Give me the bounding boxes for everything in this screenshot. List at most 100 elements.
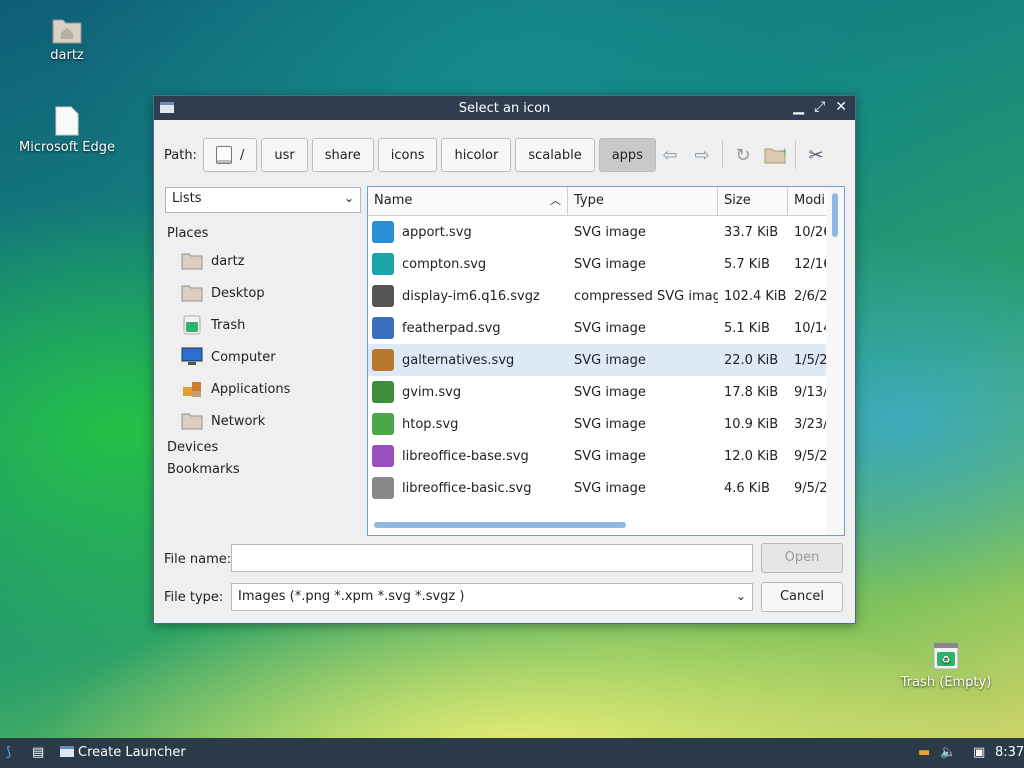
desktop-icon-trash[interactable]: ♻ Trash (Empty): [896, 641, 996, 690]
file-name-field[interactable]: [231, 544, 753, 572]
volume-icon[interactable]: 🔈: [940, 745, 956, 760]
home-folder-icon: [52, 19, 82, 44]
toolbar-separator: [722, 141, 723, 169]
open-button[interactable]: Open: [761, 543, 843, 573]
crumb-label: usr: [274, 147, 295, 163]
crumb-icons[interactable]: icons: [377, 138, 438, 172]
file-modified: 12/16: [794, 256, 828, 272]
file-size: 22.0 KiB: [724, 352, 779, 368]
column-type[interactable]: Type: [568, 187, 718, 215]
file-modified: 1/5/2: [794, 352, 828, 368]
chevron-down-icon: ⌄: [343, 191, 354, 205]
clock[interactable]: 8:37: [995, 745, 1024, 760]
table-row[interactable]: compton.svg SVG image 5.7 KiB 12/16: [368, 248, 844, 280]
table-row[interactable]: libreoffice-basic.svg SVG image 4.6 KiB …: [368, 472, 844, 504]
toolbar: ⇦ ⇨ ↻ + ✂: [654, 138, 832, 172]
trash-icon: ♻: [933, 642, 959, 670]
table-row[interactable]: apport.svg SVG image 33.7 KiB 10/26: [368, 216, 844, 248]
place-item-dartz[interactable]: dartz: [167, 245, 357, 277]
devices-header[interactable]: Devices: [167, 437, 357, 459]
table-row[interactable]: featherpad.svg SVG image 5.1 KiB 10/14: [368, 312, 844, 344]
start-menu-icon[interactable]: ⟆: [6, 745, 11, 760]
file-list-header: Name ︿ Type Size Modi: [368, 187, 844, 216]
file-type: compressed SVG image: [574, 288, 718, 304]
battery-icon[interactable]: ▬: [918, 745, 930, 760]
bookmarks-header[interactable]: Bookmarks: [167, 459, 357, 481]
table-row[interactable]: display-im6.q16.svgz compressed SVG imag…: [368, 280, 844, 312]
file-name: gvim.svg: [402, 384, 462, 400]
crumb-scalable[interactable]: scalable: [515, 138, 595, 172]
back-icon[interactable]: ⇦: [654, 139, 686, 171]
maximize-icon[interactable]: ⤢: [814, 99, 825, 115]
desktop-icon-label: dartz: [50, 48, 84, 63]
taskbar-window-label: Create Launcher: [78, 745, 186, 760]
place-item-network[interactable]: Network: [167, 405, 357, 437]
place-item-computer[interactable]: Computer: [167, 341, 357, 373]
file-modified: 9/13/: [794, 384, 828, 400]
refresh-icon[interactable]: ↻: [727, 139, 759, 171]
table-row-selected[interactable]: galternatives.svg SVG image 22.0 KiB 1/5…: [368, 344, 844, 376]
gvim-icon: [372, 381, 394, 403]
file-type: SVG image: [574, 320, 646, 336]
libreoffice-basic-icon: [372, 477, 394, 499]
file-size: 5.7 KiB: [724, 256, 770, 272]
file-type-select[interactable]: Images (*.png *.xpm *.svg *.svgz ) ⌄: [231, 583, 753, 611]
crumb-label: scalable: [528, 147, 582, 163]
taskbar-window-create-launcher[interactable]: Create Launcher: [60, 745, 186, 760]
notification-icon[interactable]: ▣: [973, 745, 985, 760]
file-size: 102.4 KiB: [724, 288, 787, 304]
view-select-value: Lists: [172, 191, 202, 206]
table-row[interactable]: gvim.svg SVG image 17.8 KiB 9/13/: [368, 376, 844, 408]
crumb-apps[interactable]: apps: [598, 138, 656, 172]
file-list[interactable]: Name ︿ Type Size Modi apport.svg SVG ima…: [367, 186, 845, 536]
file-type-value: Images (*.png *.xpm *.svg *.svgz ): [238, 589, 465, 604]
file-name: apport.svg: [402, 224, 472, 240]
file-name: galternatives.svg: [402, 352, 515, 368]
tools-icon[interactable]: ✂: [800, 139, 832, 171]
view-select[interactable]: Lists ⌄: [165, 187, 361, 213]
table-row[interactable]: libreoffice-base.svg SVG image 12.0 KiB …: [368, 440, 844, 472]
desktop-icon-edge[interactable]: Microsoft Edge: [17, 106, 117, 155]
cancel-button[interactable]: Cancel: [761, 582, 843, 612]
file-modified: 10/14: [794, 320, 828, 336]
column-size[interactable]: Size: [718, 187, 788, 215]
minimize-icon[interactable]: ▁: [793, 99, 804, 115]
crumb-share[interactable]: share: [311, 138, 374, 172]
drive-icon: [215, 146, 232, 164]
crumb-hicolor[interactable]: hicolor: [441, 138, 512, 172]
place-item-trash[interactable]: Trash: [167, 309, 357, 341]
crumb-label: /: [239, 147, 245, 163]
dialog-titlebar[interactable]: Select an icon ▁ ⤢ ✕: [154, 96, 855, 120]
vertical-scrollbar[interactable]: [826, 187, 844, 535]
chevron-down-icon: ⌄: [735, 589, 746, 603]
desktop-icon-label: Trash (Empty): [900, 675, 992, 690]
show-desktop-icon[interactable]: ▤: [32, 745, 44, 760]
horizontal-scrollbar[interactable]: [374, 522, 626, 528]
column-name[interactable]: Name ︿: [368, 187, 568, 215]
dialog-title: Select an icon: [458, 101, 551, 116]
close-icon[interactable]: ✕: [835, 99, 847, 115]
crumb-label: hicolor: [454, 147, 499, 163]
place-item-desktop[interactable]: Desktop: [167, 277, 357, 309]
file-icon: [55, 106, 79, 136]
crumb-usr[interactable]: usr: [261, 138, 308, 172]
table-row[interactable]: htop.svg SVG image 10.9 KiB 3/23/: [368, 408, 844, 440]
forward-icon[interactable]: ⇨: [686, 139, 718, 171]
crumb-label: apps: [611, 147, 643, 163]
new-folder-icon[interactable]: +: [759, 139, 791, 171]
imagemagick-icon: [372, 285, 394, 307]
svg-text:♻: ♻: [942, 655, 951, 666]
crumb-root[interactable]: /: [202, 138, 258, 172]
desktop-icon-home[interactable]: dartz: [17, 16, 117, 63]
place-label: Desktop: [211, 285, 265, 301]
trash-icon: [181, 315, 203, 335]
column-modified[interactable]: Modi: [788, 187, 828, 215]
home-folder-icon: [181, 251, 203, 271]
file-size: 33.7 KiB: [724, 224, 779, 240]
file-size: 17.8 KiB: [724, 384, 779, 400]
place-item-applications[interactable]: Applications: [167, 373, 357, 405]
cancel-button-label: Cancel: [779, 589, 825, 604]
place-label: Computer: [211, 349, 276, 365]
file-modified: 3/23/: [794, 416, 828, 432]
scrollbar-thumb[interactable]: [832, 193, 838, 237]
